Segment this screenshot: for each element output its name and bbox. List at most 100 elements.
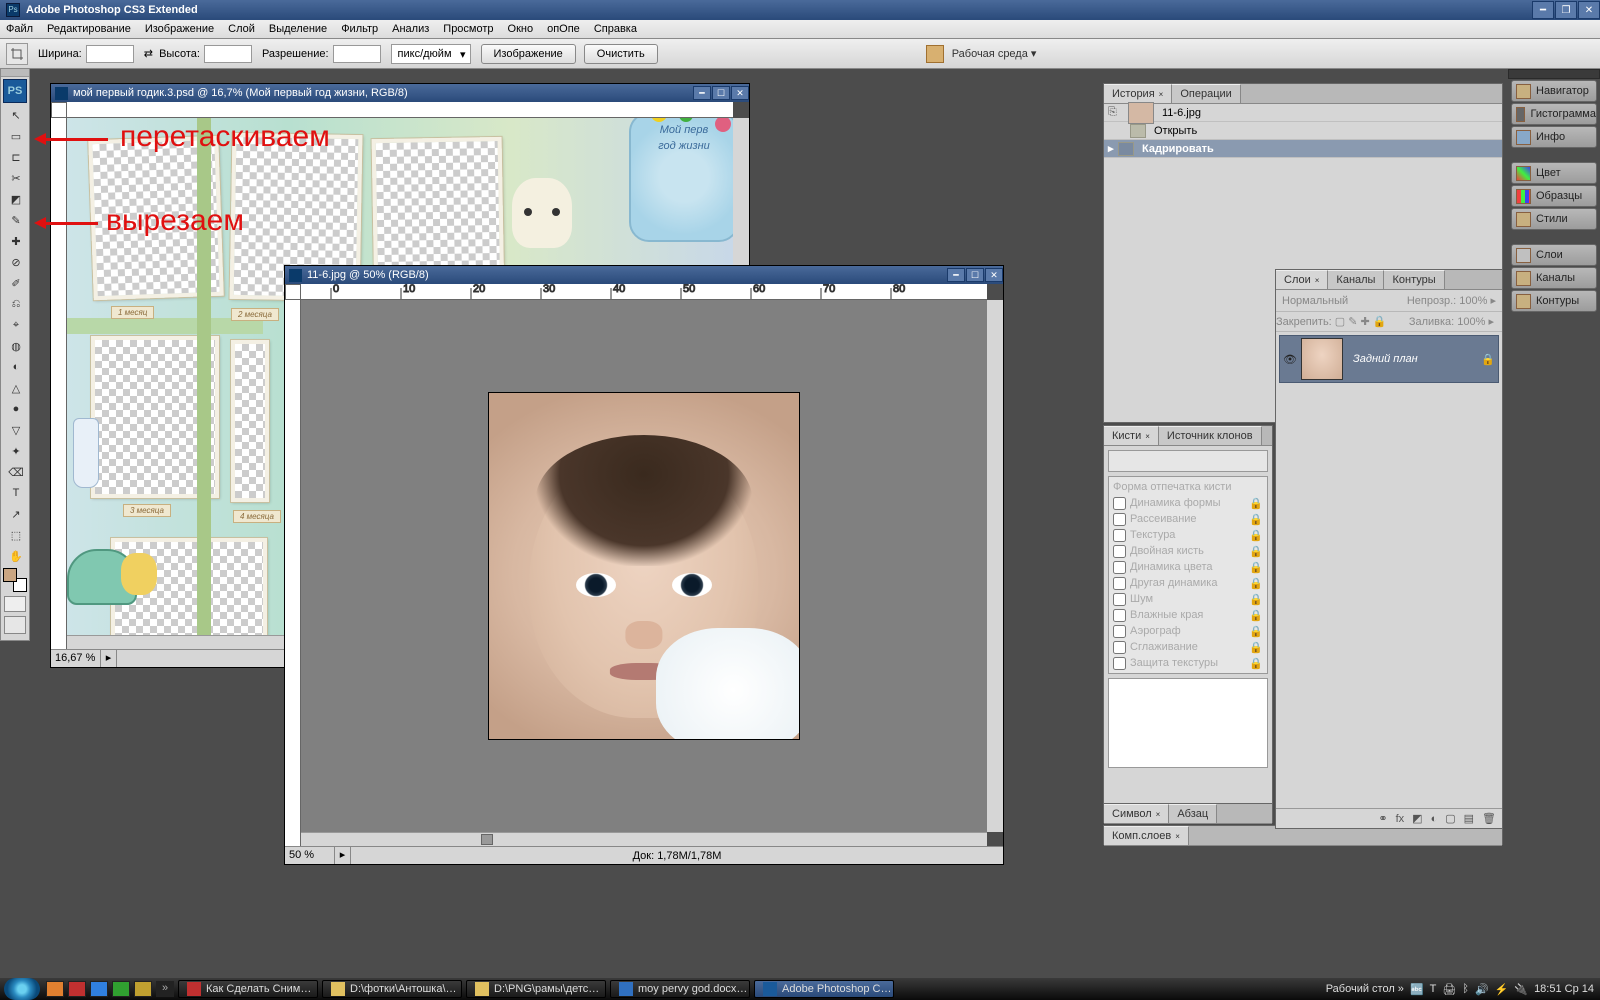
quick-select-tool[interactable]: ✂ — [3, 168, 29, 188]
menu-select[interactable]: Выделение — [269, 23, 327, 35]
front-image-button[interactable]: Изображение — [481, 44, 576, 64]
ql-icon[interactable] — [46, 981, 64, 997]
menu-edit[interactable]: Редактирование — [47, 23, 131, 35]
eraser-tool[interactable]: ⌖ — [3, 315, 29, 335]
doc1-minimize[interactable]: ━ — [693, 86, 711, 100]
layer-row[interactable]: 👁 Задний план 🔒 — [1279, 335, 1499, 383]
tray-icon[interactable]: 🔌 — [1514, 983, 1528, 996]
dock-histogram[interactable]: Гистограмма — [1511, 103, 1597, 125]
swap-icon[interactable]: ⇄ — [144, 47, 153, 60]
ql-icon[interactable] — [90, 981, 108, 997]
tab-character[interactable]: Символ× — [1104, 804, 1169, 823]
notes-tool[interactable]: T — [3, 483, 29, 503]
resolution-input[interactable] — [333, 45, 381, 63]
brush-opt[interactable]: Динамика формы🔒 — [1109, 495, 1267, 511]
task-button-active[interactable]: Adobe Photoshop C… — [754, 980, 894, 998]
doc2-maximize[interactable]: ☐ — [966, 268, 984, 282]
tab-history[interactable]: История× — [1104, 84, 1172, 103]
task-button[interactable]: D:\фотки\Антошка\… — [322, 980, 462, 998]
folder-icon[interactable]: ▢ — [1445, 812, 1455, 825]
scrollbar-h[interactable] — [301, 832, 987, 846]
menu-window[interactable]: Окно — [508, 23, 534, 35]
type-tool[interactable]: ▽ — [3, 420, 29, 440]
menu-filter[interactable]: Фильтр — [341, 23, 378, 35]
adjust-icon[interactable]: ◐ — [1431, 813, 1438, 825]
dock-swatches[interactable]: Образцы — [1511, 185, 1597, 207]
screenmode-toggle[interactable] — [4, 616, 26, 634]
eyedropper-tool[interactable]: ↗ — [3, 504, 29, 524]
tray-icon[interactable]: ⚡ — [1495, 983, 1509, 996]
slice-tool[interactable]: ✎ — [3, 210, 29, 230]
tab-brushes[interactable]: Кисти× — [1104, 426, 1159, 445]
brush-opt[interactable]: Рассеивание🔒 — [1109, 511, 1267, 527]
history-step-crop[interactable]: ▸ Кадрировать — [1104, 140, 1502, 158]
tray-icon[interactable]: 🔊 — [1475, 983, 1489, 996]
doc1-close[interactable]: ✕ — [731, 86, 749, 100]
dock-navigator[interactable]: Навигатор — [1511, 80, 1597, 102]
new-layer-icon[interactable]: ▤ — [1464, 812, 1474, 825]
blur-tool[interactable]: ◐ — [3, 357, 29, 377]
dock-info[interactable]: Инфо — [1511, 126, 1597, 148]
dock-grip[interactable] — [1508, 69, 1600, 79]
brush-opt[interactable]: Другая динамика🔒 — [1109, 575, 1267, 591]
brush-opt[interactable]: Аэрограф🔒 — [1109, 623, 1267, 639]
tab-layercomps[interactable]: Комп.слоев× — [1104, 826, 1189, 845]
mask-icon[interactable]: ◩ — [1412, 812, 1422, 825]
doc2-menu-icon[interactable]: ▸ — [335, 847, 351, 864]
crop-tool[interactable]: ◩ — [3, 189, 29, 209]
units-select[interactable]: пикс/дюйм — [391, 44, 471, 64]
tray-icon[interactable]: 🖨 — [1442, 983, 1456, 996]
tab-layers[interactable]: Слои× — [1276, 270, 1328, 289]
tray-icon[interactable]: ᛒ — [1462, 983, 1469, 995]
brush-opt[interactable]: Сглаживание🔒 — [1109, 639, 1267, 655]
tab-paragraph[interactable]: Абзац — [1169, 804, 1217, 823]
doc2-close[interactable]: ✕ — [985, 268, 1003, 282]
menu-analysis[interactable]: Анализ — [392, 23, 429, 35]
clock[interactable]: 18:51 Ср 14 — [1534, 983, 1594, 995]
brush-opt[interactable]: Влажные края🔒 — [1109, 607, 1267, 623]
task-button[interactable]: D:\PNG\рамы\детс… — [466, 980, 606, 998]
task-button[interactable]: Как Сделать Сним… — [178, 980, 318, 998]
dock-paths[interactable]: Контуры — [1511, 290, 1597, 312]
layer-name[interactable]: Задний план — [1353, 353, 1481, 365]
menu-file[interactable]: Файл — [6, 23, 33, 35]
menu-layer[interactable]: Слой — [228, 23, 255, 35]
bridge-icon[interactable] — [926, 45, 944, 63]
close-button[interactable]: ✕ — [1578, 1, 1600, 19]
dock-styles[interactable]: Стили — [1511, 208, 1597, 230]
tab-paths[interactable]: Контуры — [1384, 270, 1444, 289]
menu-opone[interactable]: опОпе — [547, 23, 580, 35]
trash-icon[interactable]: 🗑 — [1482, 812, 1496, 825]
ql-expand[interactable]: » — [156, 981, 174, 997]
doc2-titlebar[interactable]: 11-6.jpg @ 50% (RGB/8) ━ ☐ ✕ — [285, 266, 1003, 284]
restore-button[interactable]: ❐ — [1555, 1, 1577, 19]
ql-icon[interactable] — [134, 981, 152, 997]
clear-button[interactable]: Очистить — [584, 44, 658, 64]
ql-icon[interactable] — [112, 981, 130, 997]
visibility-icon[interactable]: 👁 — [1283, 353, 1297, 366]
history-step-open[interactable]: Открыть — [1104, 122, 1502, 140]
tray-icon[interactable]: 🔤 — [1410, 983, 1424, 996]
path-tool[interactable]: ✦ — [3, 441, 29, 461]
doc1-menu-icon[interactable]: ▸ — [101, 650, 117, 667]
brush-opt[interactable]: Защита текстуры🔒 — [1109, 655, 1267, 671]
history-brush-tool[interactable]: ⎌ — [3, 294, 29, 314]
start-button[interactable] — [4, 978, 40, 1000]
doc2-minimize[interactable]: ━ — [947, 268, 965, 282]
minimize-button[interactable]: ━ — [1532, 1, 1554, 19]
history-snapshot[interactable]: ⎘ 11-6.jpg — [1104, 104, 1502, 122]
menu-view[interactable]: Просмотр — [443, 23, 493, 35]
doc1-zoom[interactable]: 16,67 % — [51, 650, 101, 667]
ql-icon[interactable] — [68, 981, 86, 997]
workspace-switcher[interactable]: Рабочая среда ▾ — [926, 45, 1037, 63]
task-button[interactable]: moy pervy god.docx… — [610, 980, 750, 998]
pen-tool[interactable]: ● — [3, 399, 29, 419]
move-tool[interactable]: ↖ — [3, 105, 29, 125]
brush-opt[interactable]: Шум🔒 — [1109, 591, 1267, 607]
dock-color[interactable]: Цвет — [1511, 162, 1597, 184]
zoom-tool[interactable]: ✋ — [3, 546, 29, 566]
gradient-tool[interactable]: ◍ — [3, 336, 29, 356]
stamp-tool[interactable]: ✐ — [3, 273, 29, 293]
tab-actions[interactable]: Операции — [1172, 84, 1240, 103]
crop-tool-icon[interactable] — [6, 43, 28, 65]
